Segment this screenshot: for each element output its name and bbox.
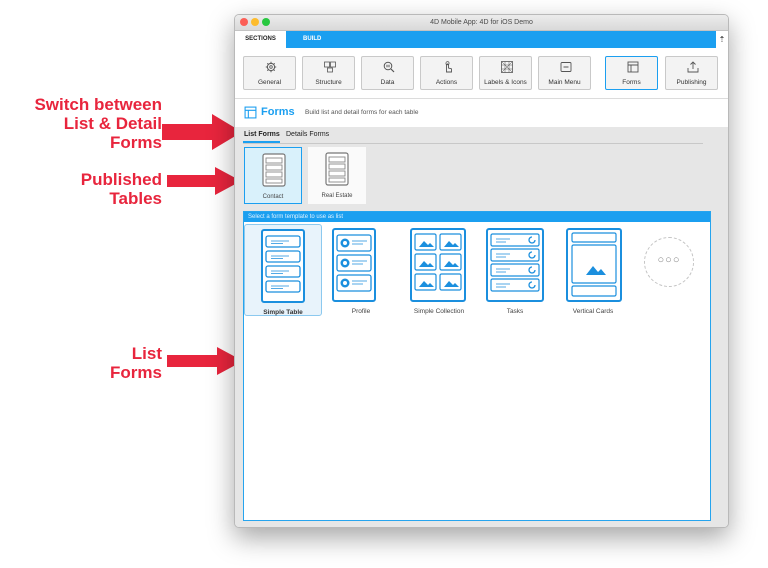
table-card-real-estate[interactable]: Real Estate	[308, 147, 366, 204]
annotation-published-line2: Tables	[109, 189, 162, 208]
toolbar-structure-button[interactable]: Structure	[302, 56, 355, 90]
vertical-cards-icon	[571, 232, 617, 297]
minimize-window-button[interactable]	[251, 18, 259, 26]
simple-table-template-icon	[261, 229, 305, 303]
section-description: Build list and detail forms for each tab…	[305, 109, 419, 116]
table-icon	[262, 153, 286, 187]
template-label: Simple Table	[263, 309, 303, 316]
zoom-window-button[interactable]	[262, 18, 270, 26]
gear-icon	[265, 61, 277, 73]
simple-collection-template-icon	[410, 228, 466, 302]
tab-details-forms[interactable]: Details Forms	[286, 131, 329, 138]
toolbar-label: Structure	[315, 79, 342, 86]
annotation-list-line1: List	[131, 344, 162, 363]
more-icon: ○○○	[657, 254, 681, 266]
hand-pointer-icon	[445, 61, 452, 73]
tab-build[interactable]: BUILD	[303, 31, 321, 48]
template-simple-table[interactable]: Simple Table	[244, 224, 322, 316]
toolbar-label: General	[257, 79, 282, 86]
toolbar-data-button[interactable]: Data	[361, 56, 414, 90]
template-profile[interactable]: Profile	[322, 224, 400, 316]
toolbar-label: Actions	[435, 79, 458, 86]
profile-icon	[336, 234, 372, 292]
vertical-cards-template-icon	[566, 228, 622, 302]
forms-icon	[244, 106, 257, 119]
toolbar-label: Publishing	[676, 79, 707, 86]
arrow-icon	[167, 347, 243, 375]
more-templates-button[interactable]: ○○○	[644, 237, 694, 287]
list-forms-instruction: Select a form template to use as list	[244, 212, 710, 222]
tabs-divider	[243, 143, 703, 144]
toolbar-general-button[interactable]: General	[243, 56, 296, 90]
forms-icon	[627, 61, 639, 73]
annotation-switch-line3: Forms	[110, 133, 162, 152]
grid-icon	[501, 61, 513, 73]
forms-content: List Forms Details Forms Contact Real Es…	[235, 127, 728, 527]
publish-icon	[687, 61, 699, 73]
toolbar-publishing-button[interactable]: Publishing	[665, 56, 718, 90]
template-simple-collection[interactable]: Simple Collection	[400, 224, 478, 316]
simple-collection-icon	[414, 233, 462, 291]
window-title: 4D Mobile App: 4D for iOS Demo	[430, 19, 533, 26]
pin-icon[interactable]: ⇡	[716, 31, 728, 48]
toolbar-main-menu-button[interactable]: Main Menu	[538, 56, 591, 90]
structure-icon	[324, 61, 336, 73]
forms-section-header: Forms Build list and detail forms for ea…	[235, 98, 728, 127]
title-bar: 4D Mobile App: 4D for iOS Demo	[235, 15, 728, 31]
table-card-contact[interactable]: Contact	[244, 147, 302, 204]
annotation-published-line1: Published	[80, 170, 162, 189]
annotation-switch-forms: Switch between List & Detail Forms	[20, 95, 162, 152]
top-tab-bar: SECTIONS BUILD ⇡	[235, 31, 728, 48]
tasks-template-icon	[486, 228, 544, 302]
sections-toolbar: General Structure Data Actions Labels & …	[235, 48, 728, 98]
annotation-list-line2: Forms	[110, 363, 162, 382]
toolbar-label: Labels & Icons	[484, 79, 527, 86]
data-search-icon	[383, 61, 395, 73]
annotation-list-forms: List Forms	[60, 344, 162, 382]
toolbar-label: Data	[380, 79, 395, 86]
toolbar-label: Main Menu	[548, 79, 581, 86]
profile-template-icon	[332, 228, 376, 302]
section-title: Forms	[261, 106, 295, 118]
template-label: Profile	[351, 308, 371, 315]
close-window-button[interactable]	[240, 18, 248, 26]
simple-table-icon	[265, 235, 301, 293]
annotation-switch-line1: Switch between	[34, 95, 162, 114]
menu-icon	[560, 62, 572, 72]
template-label: Tasks	[506, 308, 524, 315]
table-icon	[325, 152, 349, 186]
annotation-switch-line2: List & Detail	[63, 114, 162, 133]
arrow-icon	[167, 167, 241, 195]
toolbar-labels-icons-button[interactable]: Labels & Icons	[479, 56, 532, 90]
toolbar-forms-button[interactable]: Forms	[605, 56, 658, 90]
template-vertical-cards[interactable]: Vertical Cards	[554, 224, 632, 316]
table-label: Real Estate	[321, 193, 353, 199]
template-label: Vertical Cards	[572, 308, 614, 315]
tab-sections[interactable]: SECTIONS	[235, 31, 286, 48]
template-label: Simple Collection	[413, 308, 465, 315]
toolbar-label: Forms	[622, 79, 641, 86]
list-forms-panel: Select a form template to use as list Si…	[243, 211, 711, 521]
arrow-icon	[162, 114, 242, 150]
table-label: Contact	[262, 194, 284, 200]
tab-list-forms[interactable]: List Forms	[244, 131, 280, 138]
tasks-icon	[490, 233, 540, 292]
toolbar-actions-button[interactable]: Actions	[420, 56, 473, 90]
app-window: 4D Mobile App: 4D for iOS Demo SECTIONS …	[234, 14, 729, 528]
annotation-published-tables: Published Tables	[40, 170, 162, 208]
template-tasks[interactable]: Tasks	[476, 224, 554, 316]
